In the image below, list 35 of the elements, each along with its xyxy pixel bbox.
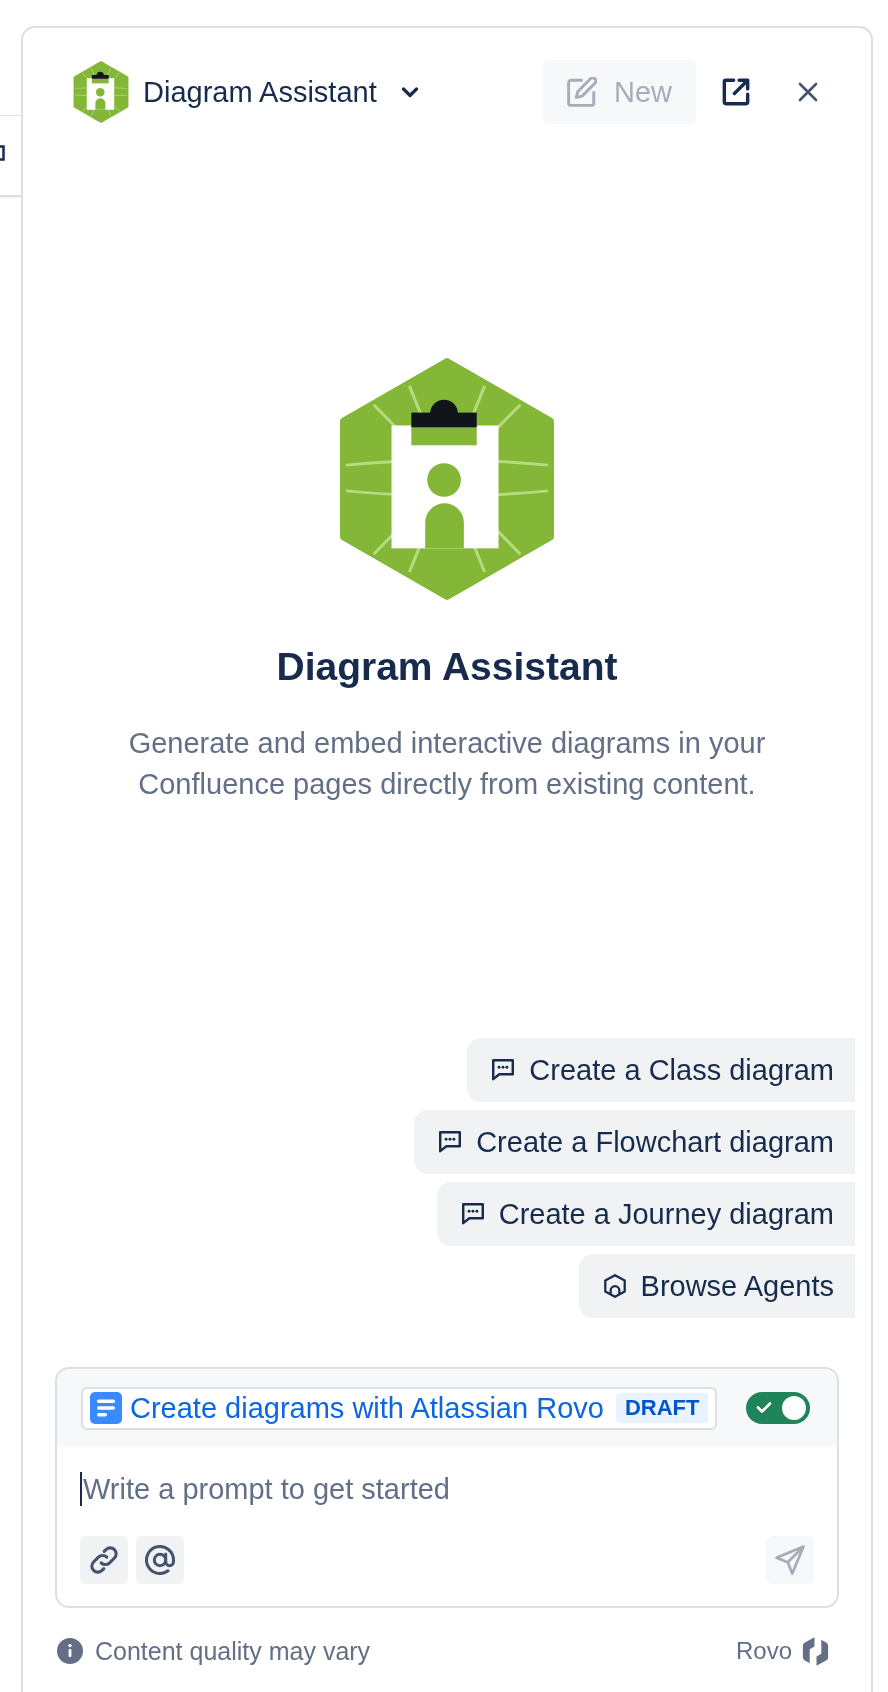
chevron-down-icon — [400, 86, 419, 98]
close-button[interactable] — [798, 82, 818, 102]
at-sign-icon — [145, 1545, 175, 1575]
check-icon — [756, 1401, 772, 1414]
send-icon — [775, 1545, 805, 1575]
page-link[interactable]: Create diagrams with Atlassian Rovo DRAFT — [81, 1386, 718, 1430]
suggestion-chip[interactable]: Create a Flowchart diagram — [414, 1110, 855, 1174]
assistant-description: Generate and embed interactive diagrams in your Confluence pages directly from existing content. — [127, 726, 767, 802]
prompt-input[interactable]: Write a prompt to get started — [83, 1471, 814, 1507]
browse-agents-button[interactable]: Browse Agents — [578, 1254, 855, 1318]
edit-icon — [567, 77, 597, 107]
agent-switcher[interactable]: Diagram Assistant — [143, 74, 419, 110]
info-icon — [57, 1638, 83, 1664]
hexagon-icon — [603, 1274, 626, 1298]
cut-off-icon — [0, 145, 5, 161]
link-icon — [90, 1546, 118, 1574]
link-button[interactable] — [80, 1536, 128, 1584]
mention-button[interactable] — [136, 1536, 184, 1584]
text-caret — [80, 1472, 82, 1506]
brand-name: Rovo — [735, 1636, 792, 1666]
status-badge: DRAFT — [615, 1393, 709, 1423]
assistant-title: Diagram Assistant — [276, 644, 618, 690]
chat-bubble-icon — [439, 1131, 462, 1153]
brand-logo-icon — [801, 1635, 830, 1667]
open-in-new-button[interactable] — [722, 78, 750, 106]
external-link-icon — [722, 78, 750, 106]
clipboard-logo-icon — [73, 61, 129, 123]
suggestion-chip[interactable]: Create a Class diagram — [467, 1038, 855, 1102]
chat-bubble-icon — [461, 1203, 484, 1225]
suggestion-chip[interactable]: Create a Journey diagram — [436, 1182, 855, 1246]
document-icon — [90, 1392, 122, 1424]
toggle-switch[interactable] — [746, 1392, 810, 1424]
quality-notice: Content quality may vary — [95, 1636, 371, 1667]
close-icon — [798, 82, 818, 102]
chat-bubble-icon — [492, 1059, 515, 1081]
